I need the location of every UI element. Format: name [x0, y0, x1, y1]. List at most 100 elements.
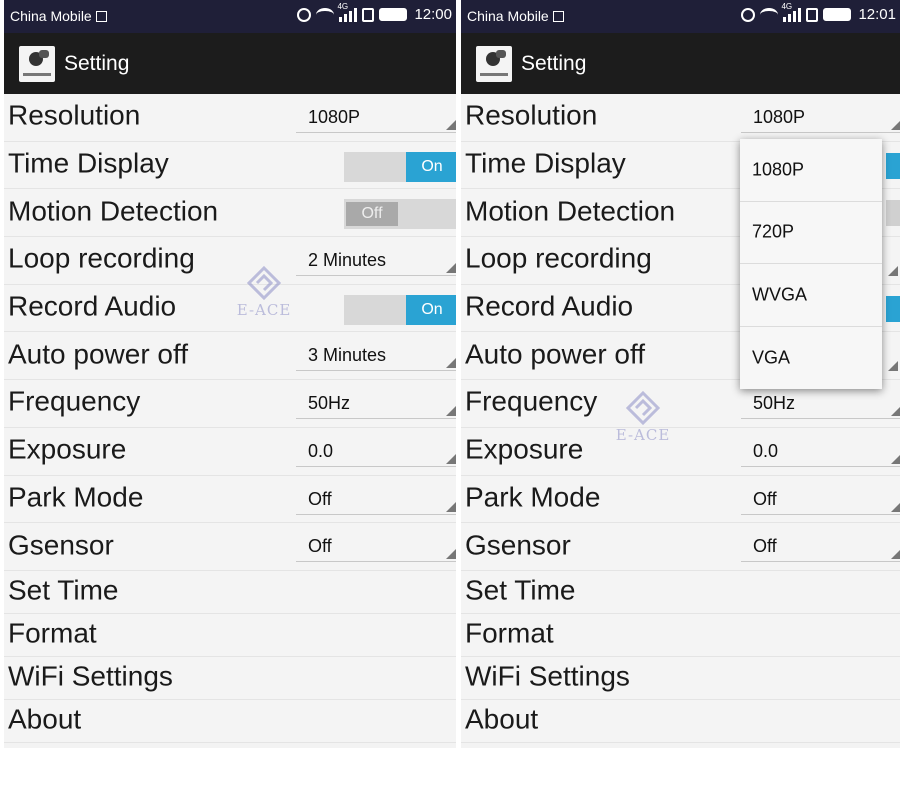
- alarm-icon: [297, 7, 312, 22]
- setting-label: Time Display: [8, 147, 169, 179]
- dropdown-arrow-icon: [888, 265, 898, 276]
- dropdown-arrow-icon: [446, 120, 456, 130]
- left-settings-screen: China Mobile 4G 12:00 Setting Resolution…: [4, 0, 456, 748]
- watermark: E-ACE: [229, 265, 299, 325]
- setting-row-time-display[interactable]: Time Display On: [4, 141, 456, 190]
- setting-label: Motion Detection: [8, 195, 219, 227]
- dropdown-value: Off: [308, 536, 332, 557]
- resolution-option[interactable]: WVGA: [740, 264, 882, 327]
- sim-card-icon: [806, 7, 819, 22]
- setting-label: WiFi Settings: [8, 660, 173, 692]
- dropdown-value: 2 Minutes: [308, 250, 387, 271]
- resolution-option[interactable]: 720P: [740, 202, 882, 264]
- toggle-state: On: [406, 151, 456, 182]
- status-icons: 4G 12:01: [741, 2, 896, 23]
- exposure-dropdown[interactable]: 0.0: [741, 437, 900, 467]
- resolution-dropdown[interactable]: 1080P: [296, 103, 456, 133]
- status-icons: 4G 12:00: [297, 2, 452, 23]
- setting-row-exposure[interactable]: Exposure 0.0: [461, 427, 900, 476]
- option-label: 1080P: [752, 159, 805, 180]
- dropdown-value: 50Hz: [753, 393, 796, 414]
- option-label: VGA: [752, 347, 791, 368]
- option-label: WVGA: [752, 284, 808, 305]
- setting-row-frequency[interactable]: Frequency 50Hz: [4, 380, 456, 428]
- carrier-label: China Mobile: [467, 8, 549, 24]
- frequency-dropdown[interactable]: 50Hz: [296, 389, 456, 420]
- status-bar: China Mobile 4G 12:01: [461, 0, 900, 33]
- setting-row-format[interactable]: Format: [461, 613, 900, 657]
- setting-label: Motion Detection: [465, 195, 676, 227]
- setting-row-park-mode[interactable]: Park Mode Off: [4, 475, 456, 524]
- app-title: Setting: [521, 52, 587, 75]
- time-display-toggle[interactable]: On: [344, 151, 456, 182]
- record-audio-toggle[interactable]: On: [344, 294, 456, 325]
- dropdown-value: Off: [753, 488, 777, 509]
- wifi-icon: [316, 7, 335, 22]
- dropdown-value: 0.0: [753, 440, 779, 461]
- status-bar: China Mobile 4G 12:00: [4, 0, 456, 33]
- setting-row-format[interactable]: Format: [4, 613, 456, 657]
- loop-recording-dropdown[interactable]: 2 Minutes: [296, 246, 456, 277]
- setting-row-about[interactable]: About: [4, 699, 456, 743]
- setting-label: WiFi Settings: [465, 660, 630, 692]
- setting-label: About: [465, 703, 539, 735]
- dropdown-arrow-icon: [891, 120, 900, 130]
- park-mode-dropdown[interactable]: Off: [296, 485, 456, 515]
- dropdown-arrow-icon: [888, 361, 898, 372]
- motion-detection-toggle[interactable]: [886, 200, 900, 227]
- exposure-dropdown[interactable]: 0.0: [296, 437, 456, 467]
- time-display-toggle[interactable]: [886, 152, 900, 179]
- setting-label: Resolution: [465, 100, 598, 132]
- setting-label: Auto power off: [465, 338, 646, 370]
- right-settings-screen: China Mobile 4G 12:01 Setting Resolution…: [461, 0, 900, 748]
- dropdown-arrow-icon: [446, 263, 456, 274]
- wifi-icon: [760, 7, 779, 22]
- setting-row-wifi-settings[interactable]: WiFi Settings: [4, 656, 456, 700]
- motion-detection-toggle[interactable]: Off: [344, 199, 456, 230]
- setting-row-resolution[interactable]: Resolution 1080P: [461, 94, 900, 142]
- setting-row-set-time[interactable]: Set Time: [4, 570, 456, 614]
- sim-icon: [552, 11, 564, 22]
- setting-label: Record Audio: [465, 290, 634, 322]
- resolution-option[interactable]: VGA: [740, 327, 882, 390]
- dropdown-value: 3 Minutes: [308, 345, 387, 366]
- setting-row-park-mode[interactable]: Park Mode Off: [461, 475, 900, 524]
- gsensor-dropdown[interactable]: Off: [741, 532, 900, 563]
- setting-row-wifi-settings[interactable]: WiFi Settings: [461, 656, 900, 700]
- setting-row-auto-power-off[interactable]: Auto power off 3 Minutes: [4, 332, 456, 381]
- record-audio-toggle[interactable]: [886, 295, 900, 322]
- watermark: E-ACE: [608, 390, 678, 450]
- clock: 12:00: [414, 6, 452, 23]
- setting-label: Loop recording: [8, 243, 195, 275]
- frequency-dropdown[interactable]: 50Hz: [741, 389, 900, 420]
- alarm-icon: [741, 7, 756, 22]
- gsensor-dropdown[interactable]: Off: [296, 532, 456, 563]
- dropdown-value: 0.0: [308, 440, 334, 461]
- signal-icon: 4G: [781, 2, 802, 22]
- setting-label: Loop recording: [465, 243, 652, 275]
- app-logo-icon: [19, 46, 55, 82]
- resolution-dropdown[interactable]: 1080P: [741, 103, 900, 133]
- setting-row-gsensor[interactable]: Gsensor Off: [461, 523, 900, 571]
- auto-power-off-dropdown[interactable]: 3 Minutes: [296, 341, 456, 372]
- setting-row-exposure[interactable]: Exposure 0.0: [4, 427, 456, 476]
- dropdown-arrow-icon: [446, 501, 456, 512]
- setting-row-resolution[interactable]: Resolution 1080P: [4, 94, 456, 142]
- setting-row-gsensor[interactable]: Gsensor Off: [4, 523, 456, 571]
- dropdown-arrow-icon: [891, 549, 900, 560]
- app-title: Setting: [64, 52, 130, 75]
- setting-label: Auto power off: [8, 338, 189, 370]
- setting-label: Set Time: [8, 574, 119, 606]
- dropdown-value: Off: [308, 488, 332, 509]
- setting-row-motion-detection[interactable]: Motion Detection Off: [4, 189, 456, 238]
- resolution-option[interactable]: 1080P: [740, 139, 882, 202]
- watermark-logo-icon: [625, 390, 661, 426]
- battery-icon: [823, 8, 852, 21]
- setting-row-about[interactable]: About: [461, 699, 900, 743]
- dropdown-arrow-icon: [446, 406, 456, 417]
- setting-row-set-time[interactable]: Set Time: [461, 570, 900, 614]
- dropdown-arrow-icon: [446, 549, 456, 560]
- setting-label: Gsensor: [465, 529, 571, 561]
- park-mode-dropdown[interactable]: Off: [741, 485, 900, 515]
- app-logo-icon: [476, 46, 512, 82]
